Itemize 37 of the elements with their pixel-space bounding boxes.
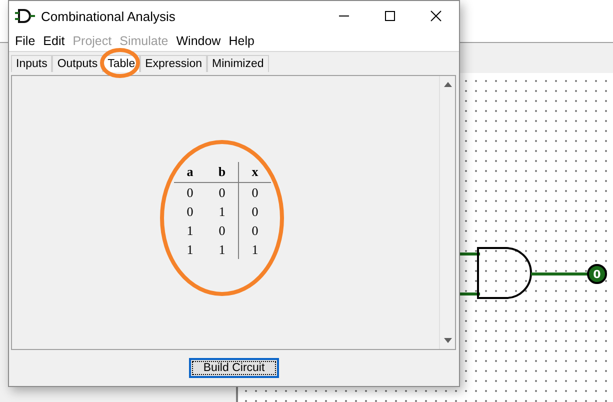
column-header: a [186,164,194,180]
table-cell-text: 1 [186,242,194,258]
wire [458,252,480,256]
menu-item[interactable]: Window [172,34,225,48]
tab[interactable]: Inputs [11,55,52,72]
table-cell-text: 0 [218,222,226,238]
tab[interactable]: Expression [140,55,207,72]
output-pin: 0 [587,264,607,284]
table-cell: 0 [238,202,271,221]
column-header: x [238,162,271,182]
scroll-down-icon[interactable] [444,338,452,343]
menu-item[interactable]: Help [224,34,258,48]
scrollbar[interactable] [439,76,455,349]
close-icon[interactable] [430,10,442,22]
table-cell-text: 0 [186,184,194,200]
column-header: b [217,164,227,180]
scroll-up-icon[interactable] [444,82,452,87]
annotation-ellipse [100,48,140,78]
table-cell-text: 1 [218,204,226,220]
build-circuit-button[interactable]: Build Circuit [189,358,279,378]
wire [531,272,588,276]
and-gate [477,247,532,299]
table-cell: 0 [238,183,271,202]
table-cell-text: 1 [218,242,226,258]
tab[interactable]: Outputs [52,55,103,72]
table-cell: 1 [238,240,271,259]
menu-item[interactable]: File [11,34,40,48]
window-title: Combinational Analysis [41,8,176,24]
table-cell-text: 0 [186,204,194,220]
gate-icon [15,8,35,24]
table-cell-text: 0 [218,184,226,200]
wire [458,292,480,296]
tab[interactable]: Minimized [207,55,269,72]
table-cell-text: 1 [186,222,194,238]
menu-item[interactable]: Edit [39,34,69,48]
table-cell: 0 [238,221,271,240]
maximize-icon[interactable] [384,10,396,22]
